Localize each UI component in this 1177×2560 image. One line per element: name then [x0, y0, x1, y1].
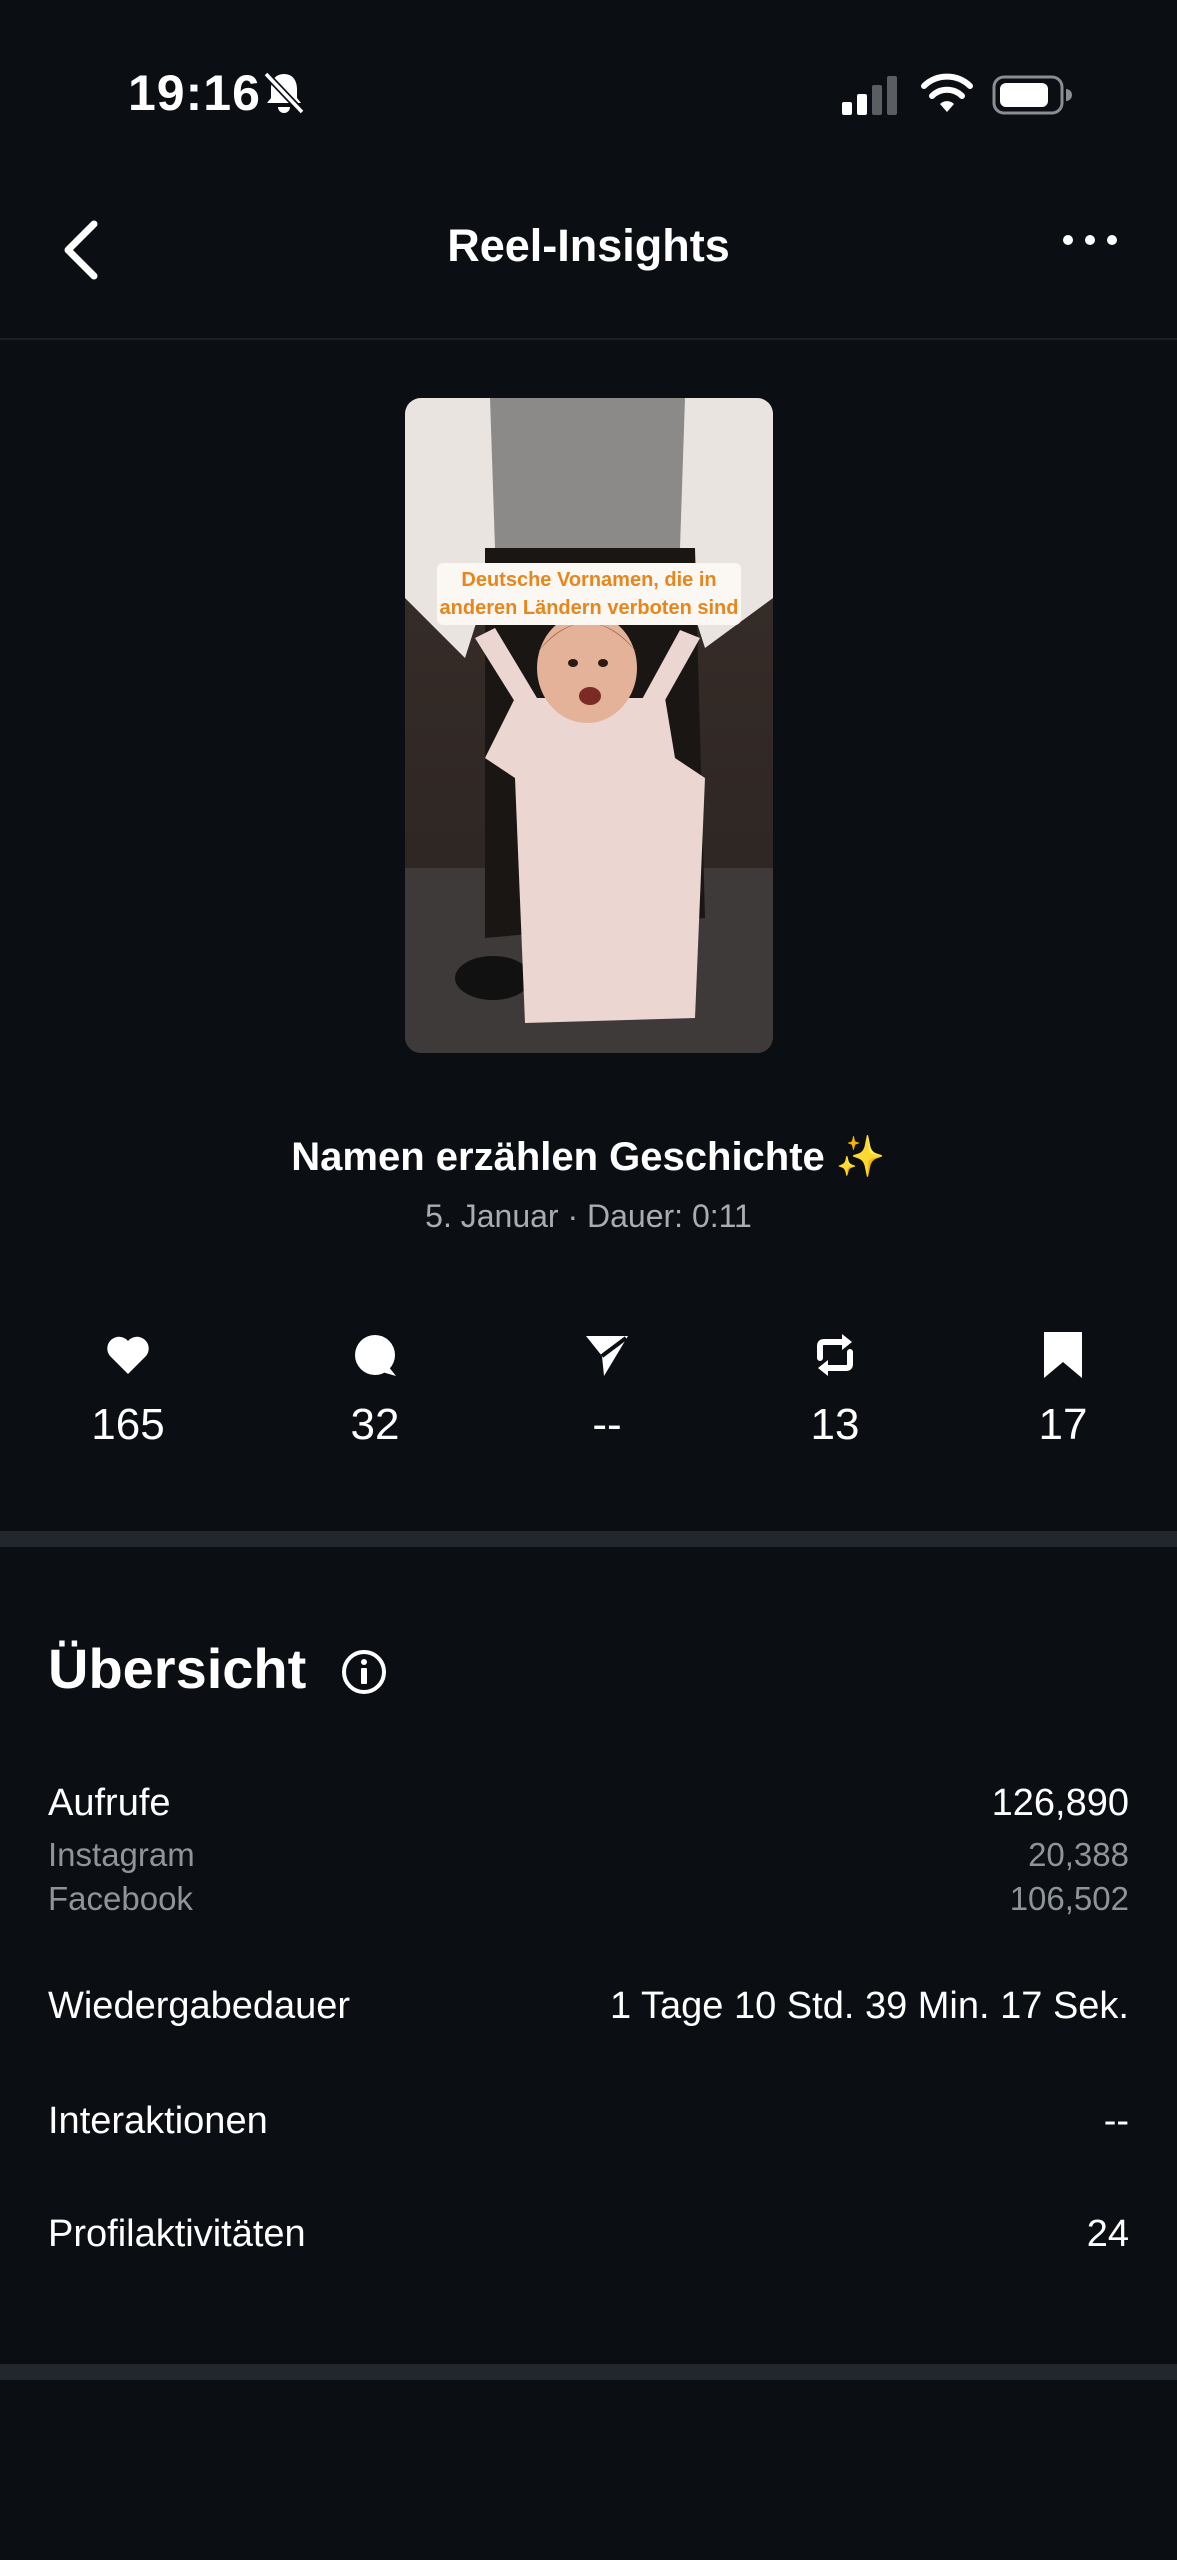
stat-saves: 17 [973, 1330, 1153, 1450]
reel-overlay-text: Deutsche Vornamen, die in anderen Länder… [437, 566, 741, 622]
comment-icon [355, 1335, 396, 1376]
views-value: 126,890 [991, 1782, 1129, 1824]
overview-title: Übersicht [48, 1637, 307, 1700]
wifi-icon [921, 73, 973, 112]
repost-icon [817, 1334, 853, 1376]
reel-insights-screen: 19:16 Reel-Insights Deutsche Vornamen, d… [0, 0, 1177, 2560]
facebook-label: Facebook [48, 1880, 193, 1917]
profile-activity-value: 24 [1086, 2213, 1129, 2255]
header: Reel-Insights [0, 190, 1177, 340]
reposts-count: 13 [810, 1400, 860, 1449]
saves-count: 17 [1038, 1400, 1088, 1449]
interactions-row[interactable]: Interaktionen -- [48, 2100, 1129, 2148]
section-divider [0, 1531, 1177, 1547]
shares-count: -- [592, 1400, 622, 1449]
reel-meta: 5. Januar · Dauer: 0:11 [425, 1198, 752, 1234]
stat-comments: 32 [285, 1330, 465, 1450]
reel-thumbnail[interactable]: Deutsche Vornamen, die in anderen Länder… [405, 398, 773, 1053]
bookmark-icon [1044, 1332, 1082, 1378]
reel-title: Namen erzählen Geschichte ✨ [291, 1135, 886, 1179]
page-title: Reel-Insights [447, 220, 730, 271]
stat-reposts: 13 [745, 1330, 925, 1450]
cellular-signal-icon [842, 76, 897, 115]
interactions-value: -- [1103, 2100, 1129, 2142]
watch-time-label: Wiedergabedauer [48, 1985, 351, 2027]
interactions-label: Interaktionen [48, 2100, 268, 2142]
send-icon [586, 1336, 628, 1376]
comments-count: 32 [350, 1400, 400, 1449]
instagram-value: 20,388 [1028, 1836, 1129, 1873]
facebook-views-row: Facebook 106,502 [48, 1880, 1129, 1920]
reel-photo [405, 398, 773, 1053]
battery-icon [992, 75, 1072, 115]
watch-time-value: 1 Tage 10 Std. 39 Min. 17 Sek. [610, 1985, 1129, 2027]
info-icon[interactable] [340, 1648, 388, 1696]
section-divider-bottom [0, 2364, 1177, 2380]
engagement-stats: 165 32 -- 13 17 [0, 1330, 1177, 1470]
facebook-value: 106,502 [1009, 1880, 1129, 1917]
heart-icon [107, 1336, 149, 1374]
profile-activity-row[interactable]: Profilaktivitäten 24 [48, 2213, 1129, 2261]
bell-muted-icon [263, 71, 305, 115]
reel-overlay-line-2: anderen Ländern verboten sind [439, 597, 739, 619]
status-bar: 19:16 [0, 0, 1177, 190]
instagram-label: Instagram [48, 1836, 195, 1873]
instagram-views-row: Instagram 20,388 [48, 1836, 1129, 1876]
more-options-icon[interactable] [1060, 230, 1120, 250]
likes-count: 165 [91, 1400, 165, 1449]
stat-likes: 165 [38, 1330, 218, 1450]
status-time: 19:16 [128, 65, 261, 121]
stat-shares: -- [517, 1330, 697, 1450]
watch-time-row[interactable]: Wiedergabedauer 1 Tage 10 Std. 39 Min. 1… [48, 1985, 1129, 2033]
views-label: Aufrufe [48, 1782, 171, 1824]
views-row[interactable]: Aufrufe 126,890 [48, 1782, 1129, 1830]
profile-activity-label: Profilaktivitäten [48, 2213, 306, 2255]
reel-overlay-line-1: Deutsche Vornamen, die in [461, 569, 717, 591]
